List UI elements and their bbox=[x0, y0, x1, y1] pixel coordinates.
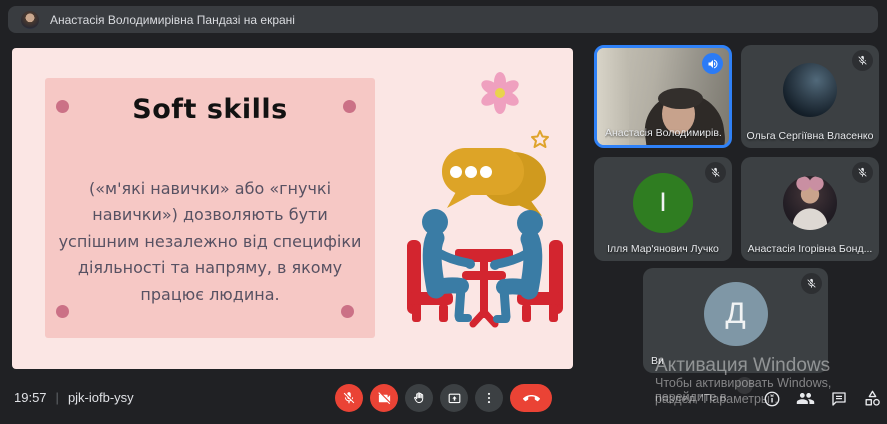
flower-icon bbox=[479, 72, 521, 114]
divider: | bbox=[56, 390, 59, 405]
avatar-letter: Д bbox=[704, 282, 768, 346]
presentation-stage[interactable]: Soft skills («м'які навички» або «гнучкі… bbox=[12, 48, 573, 369]
person-left bbox=[422, 209, 475, 322]
slide-title: Soft skills bbox=[45, 94, 375, 125]
person-right bbox=[490, 210, 543, 323]
clock-time: 19:57 bbox=[14, 390, 47, 405]
camera-off-icon bbox=[377, 391, 392, 406]
participant-name: Ольга Сергіївна Власенко bbox=[745, 130, 875, 142]
mic-muted-indicator bbox=[852, 50, 873, 71]
windows-activation-title: Активация Windows bbox=[655, 355, 830, 377]
activities-shapes-icon bbox=[863, 389, 882, 408]
presenting-banner-label: Анастасія Володимирівна Пандазі на екран… bbox=[50, 13, 295, 27]
avatar bbox=[783, 63, 837, 117]
mic-muted-indicator bbox=[852, 162, 873, 183]
present-screen-button[interactable] bbox=[440, 384, 468, 412]
raised-hand-icon bbox=[412, 391, 427, 406]
presenting-banner[interactable]: Анастасія Володимирівна Пандазі на екран… bbox=[8, 6, 878, 33]
meeting-details-button[interactable] bbox=[763, 390, 781, 408]
mic-off-icon bbox=[806, 278, 817, 289]
participant-name: Ілля Мар'янович Лучко bbox=[598, 243, 728, 255]
meeting-panels bbox=[763, 389, 882, 408]
call-end-icon bbox=[523, 390, 540, 407]
star-icon bbox=[532, 131, 548, 147]
raise-hand-button[interactable] bbox=[405, 384, 433, 412]
meet-window: Анастасія Володимирівна Пандазі на екран… bbox=[0, 0, 887, 424]
call-controls bbox=[335, 384, 552, 412]
mic-muted-indicator bbox=[705, 162, 726, 183]
conversation-illustration bbox=[395, 55, 573, 355]
presenter-hair bbox=[658, 88, 703, 109]
participant-name: Анастасія Ігорівна Бонд... bbox=[745, 243, 875, 255]
speaker-icon bbox=[707, 58, 719, 70]
avatar bbox=[783, 176, 837, 230]
tile-participant[interactable]: Ольга Сергіївна Власенко bbox=[741, 45, 879, 148]
camera-toggle-button[interactable] bbox=[370, 384, 398, 412]
windows-activation-line2: раздел "Параметры". bbox=[655, 392, 778, 406]
cursor-highlight bbox=[736, 377, 753, 394]
people-icon bbox=[796, 389, 815, 408]
presenter-avatar bbox=[21, 11, 39, 29]
show-everyone-button[interactable] bbox=[796, 389, 815, 408]
activities-button[interactable] bbox=[863, 389, 882, 408]
present-screen-icon bbox=[447, 391, 462, 406]
tile-participant[interactable]: І Ілля Мар'янович Лучко bbox=[594, 157, 732, 261]
mic-off-icon bbox=[342, 391, 356, 405]
mic-muted-indicator bbox=[801, 273, 822, 294]
info-icon bbox=[763, 390, 781, 408]
mic-off-icon bbox=[710, 167, 721, 178]
meeting-info: 19:57 | pjk-iofb-ysy bbox=[14, 390, 134, 405]
tile-participant[interactable]: Анастасія Ігорівна Бонд... bbox=[741, 157, 879, 261]
meeting-code: pjk-iofb-ysy bbox=[68, 390, 134, 405]
leave-call-button[interactable] bbox=[510, 384, 552, 412]
more-vert-icon bbox=[482, 391, 496, 405]
chat-icon bbox=[830, 390, 848, 408]
slide-text-box: Soft skills («м'які навички» або «гнучкі… bbox=[45, 78, 375, 338]
speech-bubbles-icon bbox=[442, 148, 546, 216]
speaking-indicator bbox=[702, 53, 723, 74]
participant-name: Анастасія Володимирів... bbox=[605, 127, 721, 139]
tile-presenter-video[interactable]: Анастасія Володимирів... bbox=[594, 45, 732, 148]
more-options-button[interactable] bbox=[475, 384, 503, 412]
chat-button[interactable] bbox=[830, 390, 848, 408]
mic-off-icon bbox=[857, 167, 868, 178]
mic-off-icon bbox=[857, 55, 868, 66]
mic-toggle-button[interactable] bbox=[335, 384, 363, 412]
slide-body-text: («м'які навички» або «гнучкі навички») д… bbox=[55, 176, 365, 308]
avatar-letter: І bbox=[633, 173, 693, 233]
